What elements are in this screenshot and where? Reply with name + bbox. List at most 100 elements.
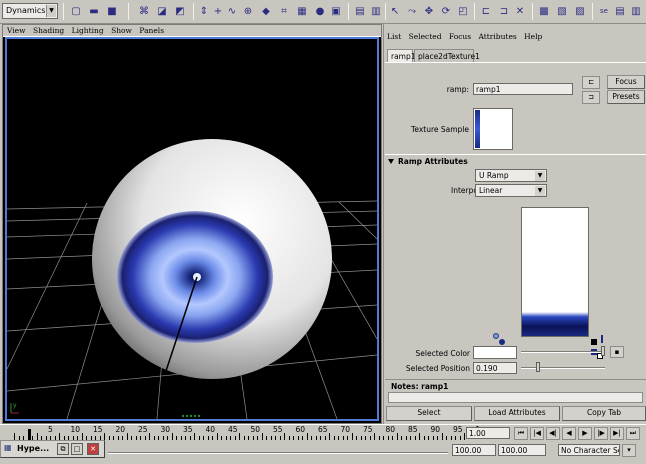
render-frame-icon[interactable]: ▧ — [554, 3, 570, 20]
close-icon[interactable]: ✕ — [87, 443, 99, 455]
snap-plane-icon[interactable]: ◆ — [258, 3, 274, 20]
go-to-start-icon[interactable]: ⏮ — [514, 427, 528, 440]
range-slider-track[interactable] — [108, 452, 448, 454]
minimized-hypershade-window[interactable]: ▦ Hype... ⧉ □ ✕ — [0, 440, 105, 458]
restore-icon[interactable]: ⧉ — [57, 443, 69, 455]
select-component-icon[interactable]: ◩ — [172, 3, 188, 20]
time-tick-label: 20 — [115, 425, 126, 434]
color-slider-knob[interactable] — [601, 346, 605, 356]
move-icon[interactable]: ✥ — [421, 3, 437, 20]
scale-icon[interactable]: ◰ — [455, 3, 471, 20]
select-hierarchy-icon[interactable]: ⌘ — [136, 3, 152, 20]
go-to-end-icon[interactable]: ⏭ — [626, 427, 640, 440]
output-ops-icon[interactable]: ⊐ — [496, 3, 512, 20]
ramp-name-field[interactable]: ramp1 — [473, 83, 573, 95]
load-attributes-button[interactable]: Load Attributes — [474, 406, 560, 421]
tab-place2dtexture1[interactable]: place2dTexture1 — [414, 49, 480, 63]
render-settings-icon[interactable]: ▨ — [572, 3, 588, 20]
lasso-icon[interactable]: ⤳ — [404, 3, 420, 20]
focus-button[interactable]: Focus — [607, 75, 645, 89]
time-tick-label: 30 — [160, 425, 171, 434]
perspective-view[interactable]: y — [5, 37, 379, 421]
color-slider-track[interactable] — [521, 351, 605, 353]
render-icon[interactable]: ▦ — [294, 3, 310, 20]
selected-position-label: Selected Position — [405, 364, 470, 373]
toolbar-divider — [474, 3, 475, 20]
menu-shading[interactable]: Shading — [33, 26, 64, 35]
outliner-icon[interactable]: ▥ — [628, 3, 644, 20]
position-slider-track[interactable] — [521, 367, 605, 369]
current-frame-field[interactable]: 1.00 — [466, 427, 510, 439]
select-icon[interactable]: ↖ — [387, 3, 403, 20]
step-forward-icon[interactable]: |▶ — [594, 427, 608, 440]
new-scene-icon[interactable]: ▢ — [68, 3, 84, 20]
notes-field[interactable] — [388, 392, 643, 403]
range-start-field[interactable]: 100.00 — [452, 444, 496, 456]
snap-point-icon[interactable]: ⊕ — [240, 3, 256, 20]
select-button[interactable]: Select — [386, 406, 472, 421]
tab-ramp1[interactable]: ramp1 — [387, 49, 416, 63]
menu-lighting[interactable]: Lighting — [72, 26, 104, 35]
range-end-field[interactable]: 100.00 — [498, 444, 546, 456]
character-set-field[interactable]: No Character Set — [558, 444, 620, 456]
play-backward-icon[interactable]: ◀ — [562, 427, 576, 440]
ramp-handle-square[interactable] — [591, 339, 597, 345]
save-scene-icon[interactable]: ■ — [104, 3, 120, 20]
time-tick — [320, 436, 321, 440]
ramp-label: ramp: — [446, 85, 469, 94]
menu-focus[interactable]: Focus — [449, 32, 471, 41]
interpolation-dropdown[interactable]: Linear ▼ — [475, 184, 547, 197]
ramp-handle-circle[interactable] — [499, 339, 505, 345]
render-view-icon[interactable]: ▩ — [536, 3, 552, 20]
time-tick — [419, 433, 420, 440]
hypershade-icon[interactable]: ▤ — [352, 3, 368, 20]
show-manipulator-icon[interactable]: ✕ — [512, 3, 528, 20]
type-dropdown[interactable]: U Ramp ▼ — [475, 169, 547, 182]
play-forward-icon[interactable]: ▶ — [578, 427, 592, 440]
section-header[interactable]: Ramp Attributes — [388, 157, 468, 167]
history-icon[interactable]: ⌗ — [276, 3, 292, 20]
time-tick — [122, 436, 123, 440]
menu-set-select[interactable]: Dynamics ▼ — [2, 3, 58, 19]
time-tick — [315, 436, 317, 440]
time-tick-label: 95 — [453, 425, 463, 434]
copy-tab-button[interactable]: Copy Tab — [562, 406, 646, 421]
rotate-icon[interactable]: ⟳ — [438, 3, 454, 20]
render-globals-icon[interactable]: ▣ — [328, 3, 344, 20]
menu-show[interactable]: Show — [111, 26, 132, 35]
ae-menubar: List Selected Focus Attributes Help — [384, 32, 646, 42]
select-object-icon[interactable]: ◪ — [154, 3, 170, 20]
menu-selected[interactable]: Selected — [409, 32, 442, 41]
presets-button[interactable]: Presets — [607, 90, 645, 104]
time-tick — [396, 433, 398, 440]
ramp-handle-circle[interactable] — [493, 333, 499, 339]
time-slider-track[interactable]: 51015202530354045505560657075808590951 — [14, 425, 480, 441]
maximize-icon[interactable]: □ — [71, 443, 83, 455]
snap-curve-icon[interactable]: ∿ — [224, 3, 240, 20]
position-slider-knob[interactable] — [536, 362, 540, 372]
channel-box-icon[interactable]: ▥ — [368, 3, 384, 20]
character-set-menu-icon[interactable]: ▾ — [622, 444, 636, 457]
ramp-gradient-editor[interactable] — [521, 207, 589, 337]
input-ops-icon[interactable]: ⊏ — [478, 3, 494, 20]
step-back-key-icon[interactable]: |◀ — [530, 427, 544, 440]
time-tick — [180, 436, 182, 440]
texture-sample-swatch[interactable] — [473, 108, 513, 150]
selected-color-swatch[interactable] — [473, 346, 517, 359]
menu-panels[interactable]: Panels — [139, 26, 164, 35]
chevron-down-icon: ▼ — [535, 171, 545, 181]
input-connections-icon[interactable]: ⊏ — [582, 76, 600, 89]
ipr-render-icon[interactable]: ● — [312, 3, 328, 20]
output-connections-icon[interactable]: ⊐ — [582, 91, 600, 104]
menu-help[interactable]: Help — [524, 32, 542, 41]
menu-view[interactable]: View — [7, 26, 26, 35]
menu-attributes[interactable]: Attributes — [479, 32, 517, 41]
attribute-editor-icon[interactable]: ▤ — [612, 3, 628, 20]
step-forward-key-icon[interactable]: ▶| — [610, 427, 624, 440]
map-color-icon[interactable]: ▪ — [610, 346, 624, 358]
step-back-icon[interactable]: ◀| — [546, 427, 560, 440]
open-scene-icon[interactable]: ▬ — [86, 3, 102, 20]
menu-list[interactable]: List — [387, 32, 401, 41]
script-editor-icon[interactable]: se — [596, 3, 612, 20]
selected-position-field[interactable]: 0.190 — [473, 362, 517, 374]
